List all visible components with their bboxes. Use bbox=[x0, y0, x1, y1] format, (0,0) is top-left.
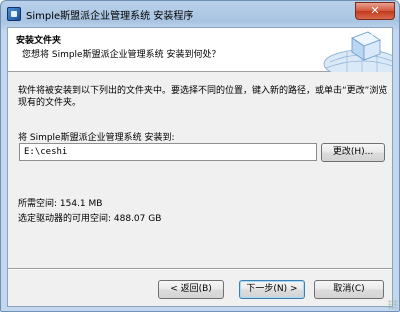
close-button[interactable]: ✕ bbox=[355, 2, 395, 20]
wizard-body: 安装文件夹 您想将 Simple斯盟派企业管理系统 安装到何处？ 软件将被安装到… bbox=[7, 27, 393, 307]
page-subtitle: 您想将 Simple斯盟派企业管理系统 安装到何处？ bbox=[22, 50, 221, 60]
required-space-text: 所需空间: 154.1 MB bbox=[18, 199, 103, 209]
globe-box-icon bbox=[322, 28, 392, 72]
back-button[interactable]: < 返回(B) bbox=[158, 280, 224, 299]
window-title: Simple斯盟派企业管理系统 安装程序 bbox=[26, 11, 194, 22]
cancel-button[interactable]: 取消(C) bbox=[314, 280, 384, 299]
install-path-input[interactable] bbox=[19, 143, 317, 161]
free-space-text: 选定驱动器的可用空间: 488.07 GB bbox=[18, 214, 162, 224]
close-icon: ✕ bbox=[370, 4, 380, 17]
installer-window: Simple斯盟派企业管理系统 安装程序 ✕ 安装文件夹 您想将 Simple斯… bbox=[0, 0, 400, 312]
footer-divider bbox=[8, 268, 392, 270]
header-panel: 安装文件夹 您想将 Simple斯盟派企业管理系统 安装到何处？ bbox=[8, 28, 392, 72]
description-text: 软件将被安装到以下列出的文件夹中。要选择不同的位置，键入新的路径，或单击“更改”… bbox=[18, 86, 388, 108]
browse-button[interactable]: 更改(H)... bbox=[321, 143, 385, 162]
page-title: 安装文件夹 bbox=[16, 36, 62, 46]
destination-label: 将 Simple斯盟派企业管理系统 安装到: bbox=[18, 133, 175, 143]
title-bar[interactable]: Simple斯盟派企业管理系统 安装程序 ✕ bbox=[1, 1, 399, 27]
next-button[interactable]: 下一步(N) > bbox=[239, 280, 305, 299]
resize-grip[interactable] bbox=[388, 300, 398, 310]
installer-app-icon bbox=[7, 7, 21, 21]
